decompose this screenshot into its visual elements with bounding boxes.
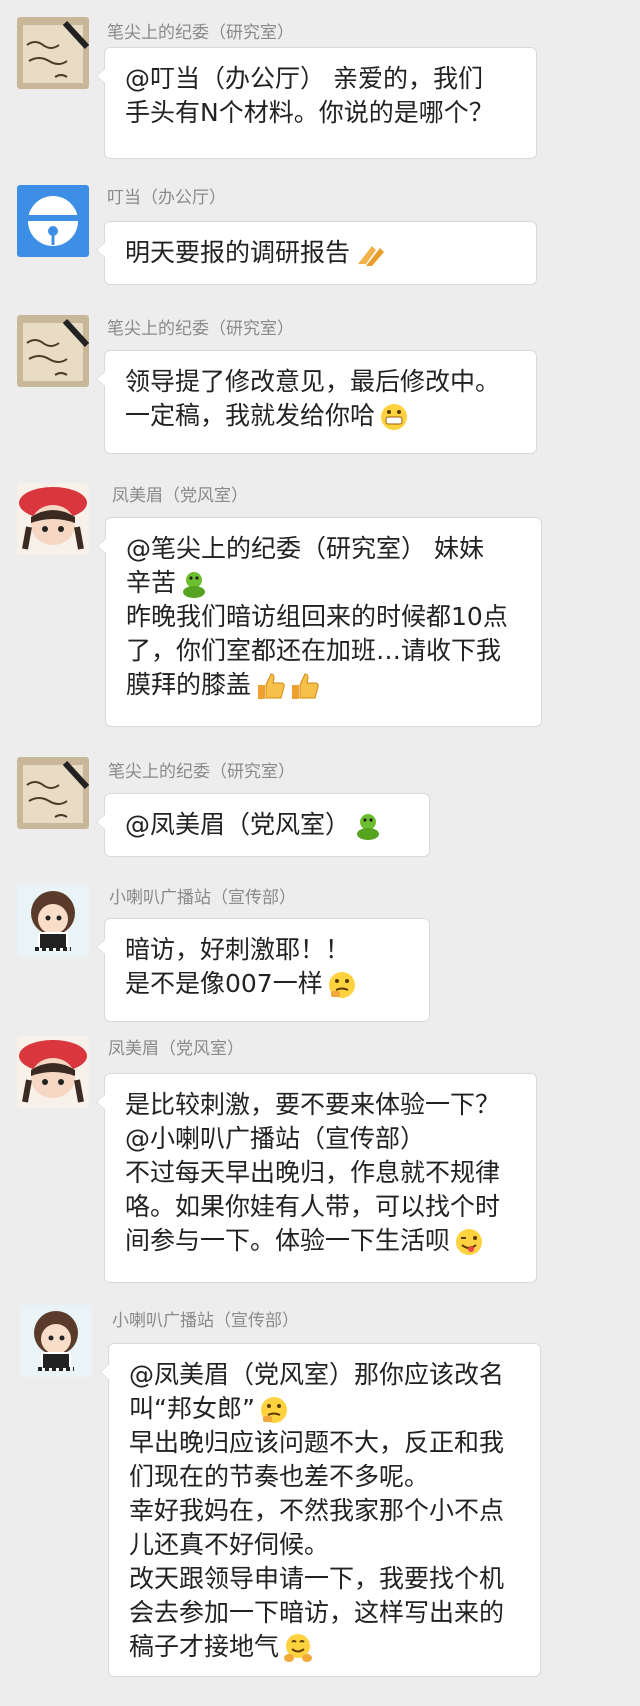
message-bubble[interactable]: 领导提了修改意见，最后修改中。 一定稿，我就发给你哈 [96, 350, 537, 454]
message-text: 辛苦 [126, 566, 521, 600]
message-bubble[interactable]: 是比较刺激，要不要来体验一下？ @小喇叭广播站（宣传部） 不过每天早出晚归，作息… [96, 1073, 537, 1283]
paper-writing-avatar-icon [17, 757, 89, 829]
message-text: 膜拜的膝盖 [126, 668, 521, 702]
message-text: @凤美眉（党风室）那你应该改名 [129, 1360, 505, 1389]
hugging-face-icon [284, 1634, 313, 1662]
message-text: 儿还真不好伺候。 [129, 1530, 330, 1559]
message-bubble[interactable]: @叮当（办公厅） 亲爱的，我们 手头有N个材料。你说的是哪个？ [96, 47, 537, 159]
message-text: 改天跟领导申请一下，我要找个机 [129, 1564, 505, 1593]
girl-red-hat-avatar-icon [17, 1036, 89, 1108]
avatar[interactable] [17, 185, 89, 257]
paper-writing-avatar-icon [17, 17, 89, 89]
avatar[interactable] [17, 315, 89, 387]
message-text: 稿子才接地气 [129, 1630, 520, 1664]
message-bubble[interactable]: @凤美眉（党风室）那你应该改名 叫“邦女郎” 早出晚归应该问题不大，反正和我 们… [100, 1343, 541, 1677]
message-text: 手头有N个材料。你说的是哪个？ [125, 98, 494, 127]
avatar[interactable] [17, 483, 89, 555]
avatar[interactable] [17, 17, 89, 89]
sender-name: 叮当（办公厅） [107, 188, 226, 208]
avatar[interactable] [17, 1036, 89, 1108]
thumbs-up-icon [292, 673, 319, 699]
girl-camera-avatar-icon [20, 1305, 92, 1377]
thinking-face-icon [260, 1397, 287, 1423]
message-text: 领导提了修改意见，最后修改中。 [125, 367, 501, 396]
sender-name: 笔尖上的纪委（研究室） [107, 319, 294, 339]
bell-app-icon [17, 185, 89, 257]
message-text: 暗访，好刺激耶！！ [125, 935, 351, 964]
message-bubble[interactable]: 暗访，好刺激耶！！ 是不是像007一样 [96, 918, 430, 1022]
message-text: 昨晚我们暗访组回来的时候都10点 [126, 602, 508, 631]
message-text: 一定稿，我就发给你哈 [125, 399, 516, 433]
message-text: 明天要报的调研报告 [125, 236, 516, 270]
message-text: 了，你们室都还在加班…请收下我 [126, 636, 502, 665]
message-text: @小喇叭广播站（宣传部） [125, 1124, 426, 1153]
message-text: 咯。如果你娃有人带，可以找个时 [125, 1192, 501, 1221]
sender-name: 笔尖上的纪委（研究室） [108, 762, 295, 782]
frog-hug-icon [357, 814, 380, 840]
message-text: @叮当（办公厅） 亲爱的，我们 [125, 64, 483, 93]
sender-name: 凤美眉（党风室） [108, 1039, 244, 1059]
sender-name: 凤美眉（党风室） [112, 486, 248, 506]
message-text: 是不是像007一样 [125, 967, 409, 1001]
avatar[interactable] [17, 757, 89, 829]
message-text: 是比较刺激，要不要来体验一下？ [125, 1090, 501, 1119]
thumbs-up-icon [258, 673, 285, 699]
message-text: @笔尖上的纪委（研究室） 妹妹 [126, 534, 484, 563]
girl-camera-avatar-icon [17, 885, 89, 957]
message-text: 早出晚归应该问题不大，反正和我 [129, 1428, 505, 1457]
message-bubble[interactable]: @笔尖上的纪委（研究室） 妹妹 辛苦 昨晚我们暗访组回来的时候都10点 了，你们… [97, 517, 542, 727]
frog-hug-icon [183, 572, 206, 598]
thinking-face-icon [328, 972, 355, 998]
clapping-hands-icon [358, 246, 385, 266]
wink-tongue-icon [456, 1229, 483, 1255]
avatar[interactable] [17, 885, 89, 957]
avatar[interactable] [20, 1305, 92, 1377]
message-text: 会去参加一下暗访，这样写出来的 [129, 1598, 505, 1627]
message-text: 叫“邦女郎” [129, 1392, 520, 1426]
girl-red-hat-avatar-icon [17, 483, 89, 555]
grin-face-icon [381, 404, 408, 430]
message-text: 间参与一下。体验一下生活呗 [125, 1224, 516, 1258]
message-text: 们现在的节奏也差不多呢。 [129, 1462, 430, 1491]
message-bubble[interactable]: 明天要报的调研报告 [96, 221, 537, 285]
message-text: 不过每天早出晚归，作息就不规律 [125, 1158, 501, 1187]
sender-name: 小喇叭广播站（宣传部） [109, 888, 296, 908]
message-bubble[interactable]: @凤美眉（党风室） [96, 793, 430, 857]
paper-writing-avatar-icon [17, 315, 89, 387]
sender-name: 笔尖上的纪委（研究室） [107, 23, 294, 43]
message-text: 幸好我妈在，不然我家那个小不点 [129, 1496, 505, 1525]
sender-name: 小喇叭广播站（宣传部） [112, 1311, 299, 1331]
message-text: @凤美眉（党风室） [125, 808, 409, 842]
